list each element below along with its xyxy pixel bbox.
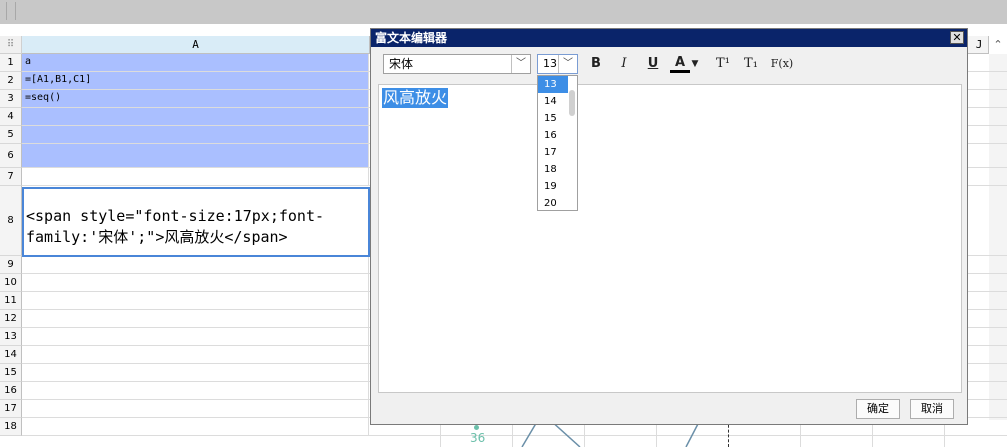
bold-button[interactable]: B — [586, 55, 606, 73]
underline-button[interactable]: U — [643, 55, 663, 73]
italic-button[interactable]: I — [614, 55, 634, 73]
grip-handle[interactable] — [6, 2, 16, 20]
close-button[interactable]: ✕ — [950, 31, 964, 44]
cell-a1[interactable]: a — [22, 54, 369, 72]
row-header[interactable]: 11 — [0, 292, 22, 310]
row-header[interactable]: 7 — [0, 168, 22, 186]
column-header-j[interactable]: J — [970, 36, 988, 54]
rich-text-editor-area[interactable]: 风高放火 — [378, 84, 962, 393]
row-header[interactable]: 3 — [0, 90, 22, 108]
row-header[interactable]: 4 — [0, 108, 22, 126]
cell-a9[interactable] — [22, 256, 369, 274]
select-all-corner[interactable]: ⠿ — [0, 36, 22, 54]
size-option[interactable]: 13 — [538, 76, 568, 93]
size-option[interactable]: 19 — [538, 178, 568, 195]
font-size-value: 13 — [543, 57, 557, 70]
cancel-button[interactable]: 取消 — [910, 399, 954, 419]
cell-a3[interactable]: =seq() — [22, 90, 369, 108]
font-size-dropdown-list[interactable]: 13 14 15 16 17 18 19 20 — [537, 75, 578, 211]
dropdown-scrollbar[interactable] — [569, 90, 575, 116]
row-header[interactable]: 17 — [0, 400, 22, 418]
chart-value-label: 36 — [470, 431, 486, 445]
font-size-select[interactable]: 13 ﹀ — [537, 54, 578, 74]
active-cell-a8[interactable]: <span style="font-size:17px;font-family:… — [22, 187, 370, 257]
size-option[interactable]: 15 — [538, 110, 568, 127]
row-header[interactable]: 16 — [0, 382, 22, 400]
superscript-button[interactable]: T¹ — [713, 55, 733, 73]
chevron-down-icon[interactable]: ﹀ — [558, 55, 577, 73]
rich-text-editor-dialog: 富文本编辑器 ✕ 宋体 ﹀ 13 ﹀ B I U A ▼ T¹ T₁ F(x) … — [370, 28, 968, 425]
row-header[interactable]: 10 — [0, 274, 22, 292]
cell-a18[interactable] — [22, 418, 369, 436]
row-header[interactable]: 12 — [0, 310, 22, 328]
cell-a10[interactable] — [22, 274, 369, 292]
editor-selected-text[interactable]: 风高放火 — [382, 88, 449, 108]
row-header[interactable]: 15 — [0, 364, 22, 382]
size-option[interactable]: 16 — [538, 127, 568, 144]
row-header[interactable]: 2 — [0, 72, 22, 90]
cell-a7[interactable] — [22, 168, 369, 186]
top-toolbar — [0, 0, 1007, 24]
cell-a17[interactable] — [22, 400, 369, 418]
row-header[interactable]: 1 — [0, 54, 22, 72]
cell-a12[interactable] — [22, 310, 369, 328]
cell-a4[interactable] — [22, 108, 369, 126]
font-color-dropdown-icon[interactable]: ▼ — [689, 55, 701, 73]
cell-a6[interactable] — [22, 144, 369, 168]
font-family-select[interactable]: 宋体 ﹀ — [383, 54, 531, 74]
row-header[interactable]: 18 — [0, 418, 22, 436]
subscript-button[interactable]: T₁ — [741, 55, 761, 73]
row-header[interactable]: 13 — [0, 328, 22, 346]
cell-a13[interactable] — [22, 328, 369, 346]
size-option[interactable]: 20 — [538, 195, 568, 212]
dialog-title: 富文本编辑器 — [371, 29, 967, 47]
chevron-down-icon[interactable]: ﹀ — [511, 55, 530, 73]
column-header-a[interactable]: A — [22, 36, 370, 54]
cell-a11[interactable] — [22, 292, 369, 310]
cell-a16[interactable] — [22, 382, 369, 400]
row-header[interactable]: 8 — [0, 186, 22, 256]
cell-a5[interactable] — [22, 126, 369, 144]
scroll-up-icon[interactable]: ⌃ — [989, 36, 1007, 54]
font-color-button[interactable]: A — [670, 55, 690, 73]
row-header[interactable]: 5 — [0, 126, 22, 144]
chart-point — [474, 425, 479, 430]
cell-a15[interactable] — [22, 364, 369, 382]
cell-a14[interactable] — [22, 346, 369, 364]
formula-button[interactable]: F(x) — [769, 55, 795, 73]
font-family-value: 宋体 — [389, 57, 414, 71]
size-option[interactable]: 18 — [538, 161, 568, 178]
row-header[interactable]: 9 — [0, 256, 22, 274]
row-header[interactable]: 14 — [0, 346, 22, 364]
row-header[interactable]: 6 — [0, 144, 22, 168]
ok-button[interactable]: 确定 — [856, 399, 900, 419]
size-option[interactable]: 17 — [538, 144, 568, 161]
size-option[interactable]: 14 — [538, 93, 568, 110]
cell-a2[interactable]: =[A1,B1,C1] — [22, 72, 369, 90]
